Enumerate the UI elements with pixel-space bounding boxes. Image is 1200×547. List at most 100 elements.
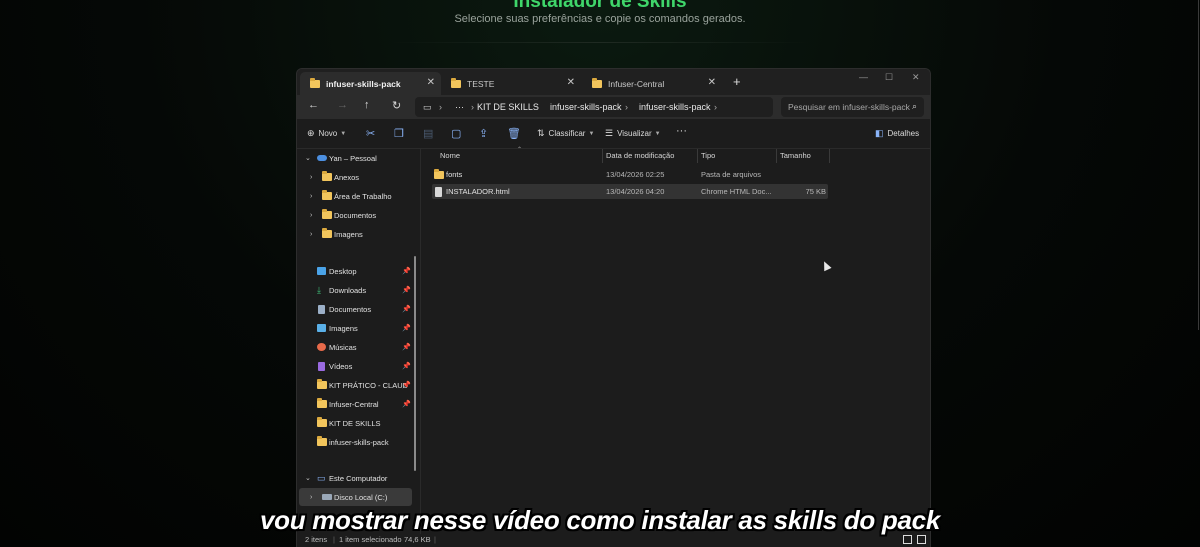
pin-icon[interactable]: 📌 [402,381,411,389]
tab-teste[interactable]: TESTE ✕ [441,72,581,95]
column-header-name[interactable]: Nome [440,151,460,160]
status-selected: 1 item selecionado [339,535,402,544]
up-icon[interactable]: ↑ [364,99,370,111]
table-row[interactable]: INSTALADOR.html 13/04/2026 04:20 Chrome … [432,184,828,199]
breadcrumb-item[interactable]: infuser-skills-pack [550,102,622,112]
sidebar-item-infuser-central[interactable]: Infuser-Central 📌 [297,395,417,413]
tab-infuser-skills-pack[interactable]: infuser-skills-pack ✕ [300,72,441,95]
page-title: Instalador de Skills [513,0,687,12]
sidebar-item-kit-de-skills[interactable]: KIT DE SKILLS [297,414,417,432]
sidebar-item-label: Yan – Pessoal [329,153,377,163]
window-close-icon[interactable]: ✕ [912,72,920,83]
sidebar-item-imagens-quick[interactable]: Imagens 📌 [297,319,417,337]
delete-icon[interactable]: 🗑 [507,127,521,140]
chevron-down-icon: ⌄ [305,475,311,482]
folder-icon [317,417,327,427]
sort-icon: ⇅ [537,128,545,138]
sidebar-item-label: Documentos [329,304,372,314]
close-icon[interactable]: ✕ [427,77,435,88]
cloud-icon [317,155,327,161]
new-button[interactable]: ⊕ Novo ▼ [307,128,346,139]
sidebar-item-imagens[interactable]: › Imagens [297,225,417,243]
close-icon[interactable]: ✕ [708,77,716,88]
chevron-right-icon: › [310,230,313,238]
sidebar-item-videos[interactable]: Vídeos 📌 [297,357,417,375]
column-divider[interactable] [776,149,777,163]
column-header-modified[interactable]: Data de modificação [606,151,674,160]
plus-icon: ⊕ [307,128,315,138]
mouse-cursor-icon [820,259,832,272]
pin-icon[interactable]: 📌 [402,400,411,408]
pin-icon[interactable]: 📌 [402,362,411,370]
video-icon [318,361,325,371]
sidebar-item-documentos-quick[interactable]: Documentos 📌 [297,300,417,318]
details-label: Detalhes [887,129,920,138]
column-divider[interactable] [602,149,603,163]
status-item-count: 2 itens [305,535,328,544]
search-input[interactable]: Pesquisar em infuser-skills-pack ⌕ [781,97,924,117]
column-header-size[interactable]: Tamanho [780,151,811,160]
pin-icon[interactable]: 📌 [402,267,411,275]
breadcrumb-item[interactable]: infuser-skills-pack [639,102,711,112]
rename-icon[interactable]: ▢ [451,127,461,140]
sidebar-item-documentos[interactable]: › Documentos [297,206,417,224]
file-list: ⌃ Nome Data de modificação Tipo Tamanho … [422,147,930,534]
pin-icon[interactable]: 📌 [402,286,411,294]
minimize-icon[interactable]: — [859,72,868,82]
sidebar-item-desktop[interactable]: Desktop 📌 [297,262,417,280]
details-button[interactable]: ◧ Detalhes [875,128,919,139]
cut-icon[interactable]: ✂ [366,127,375,140]
sidebar-item-infuser-skills-pack[interactable]: infuser-skills-pack [297,433,417,451]
back-icon[interactable]: ← [308,99,319,111]
chevron-right-icon: › [310,211,313,219]
column-header-type[interactable]: Tipo [701,151,715,160]
file-modified: 13/04/2026 02:25 [606,170,665,179]
chevron-right-icon: › [625,102,628,112]
close-icon[interactable]: ✕ [567,77,575,88]
tab-infuser-central[interactable]: Infuser-Central ✕ [582,72,722,95]
pin-icon[interactable]: 📌 [402,324,411,332]
sidebar-item-account[interactable]: ⌄ Yan – Pessoal [297,149,417,167]
details-view-icon[interactable] [903,535,912,544]
chevron-right-icon: › [310,192,313,200]
file-type: Chrome HTML Doc... [701,187,772,196]
refresh-icon[interactable]: ↻ [392,99,401,112]
sidebar-item-este-computador[interactable]: ⌄ ▭ Este Computador [297,469,417,487]
column-divider[interactable] [829,149,830,163]
maximize-icon[interactable]: ☐ [885,72,893,83]
sort-indicator-icon: ⌃ [517,147,523,153]
tiles-view-icon[interactable] [917,535,926,544]
sidebar-item-musicas[interactable]: Músicas 📌 [297,338,417,356]
sort-button[interactable]: ⇅ Classificar ▼ [537,128,594,139]
paste-icon[interactable]: ▤ [423,127,433,140]
sidebar-item-label: Downloads [329,285,367,295]
share-icon[interactable]: ⇪ [479,127,488,140]
more-options-icon[interactable]: ··· [676,125,687,137]
sidebar-item-label: infuser-skills-pack [329,437,389,447]
new-tab-icon[interactable]: + [733,74,741,89]
sidebar-item-label: KIT PRÁTICO - CLAUD [329,380,409,390]
table-row[interactable]: fonts 13/04/2026 02:25 Pasta de arquivos [432,167,828,182]
folder-icon [322,190,332,200]
tab-bar: infuser-skills-pack ✕ TESTE ✕ Infuser-Ce… [297,69,930,95]
forward-icon[interactable]: → [337,99,348,111]
column-divider[interactable] [697,149,698,163]
folder-icon [310,77,320,88]
sidebar-item-downloads[interactable]: ⤓ Downloads 📌 [297,281,417,299]
sidebar-item-kit-pratico[interactable]: KIT PRÁTICO - CLAUD 📌 [297,376,417,394]
pin-icon[interactable]: 📌 [402,343,411,351]
pin-icon[interactable]: 📌 [402,305,411,313]
sidebar-item-label: Área de Trabalho [334,191,392,201]
new-label: Novo [318,129,338,138]
copy-icon[interactable]: ❐ [394,127,404,140]
more-icon[interactable]: ··· [455,102,464,112]
sidebar-item-disco-local[interactable]: › Disco Local (C:) [299,488,412,506]
nav-pane-scrollbar[interactable] [414,256,416,471]
folder-icon [592,77,602,88]
view-button[interactable]: ☰ Visualizar ▼ [605,128,661,139]
breadcrumb-item[interactable]: KIT DE SKILLS [477,102,539,112]
sidebar-item-area-de-trabalho[interactable]: › Área de Trabalho [297,187,417,205]
sidebar-item-anexos[interactable]: › Anexos [297,168,417,186]
address-bar[interactable]: ▭ › ··· › KIT DE SKILLS › infuser-skills… [415,97,773,117]
navigation-bar: ← → ↑ ↻ ▭ › ··· › KIT DE SKILLS › infuse… [297,95,930,119]
